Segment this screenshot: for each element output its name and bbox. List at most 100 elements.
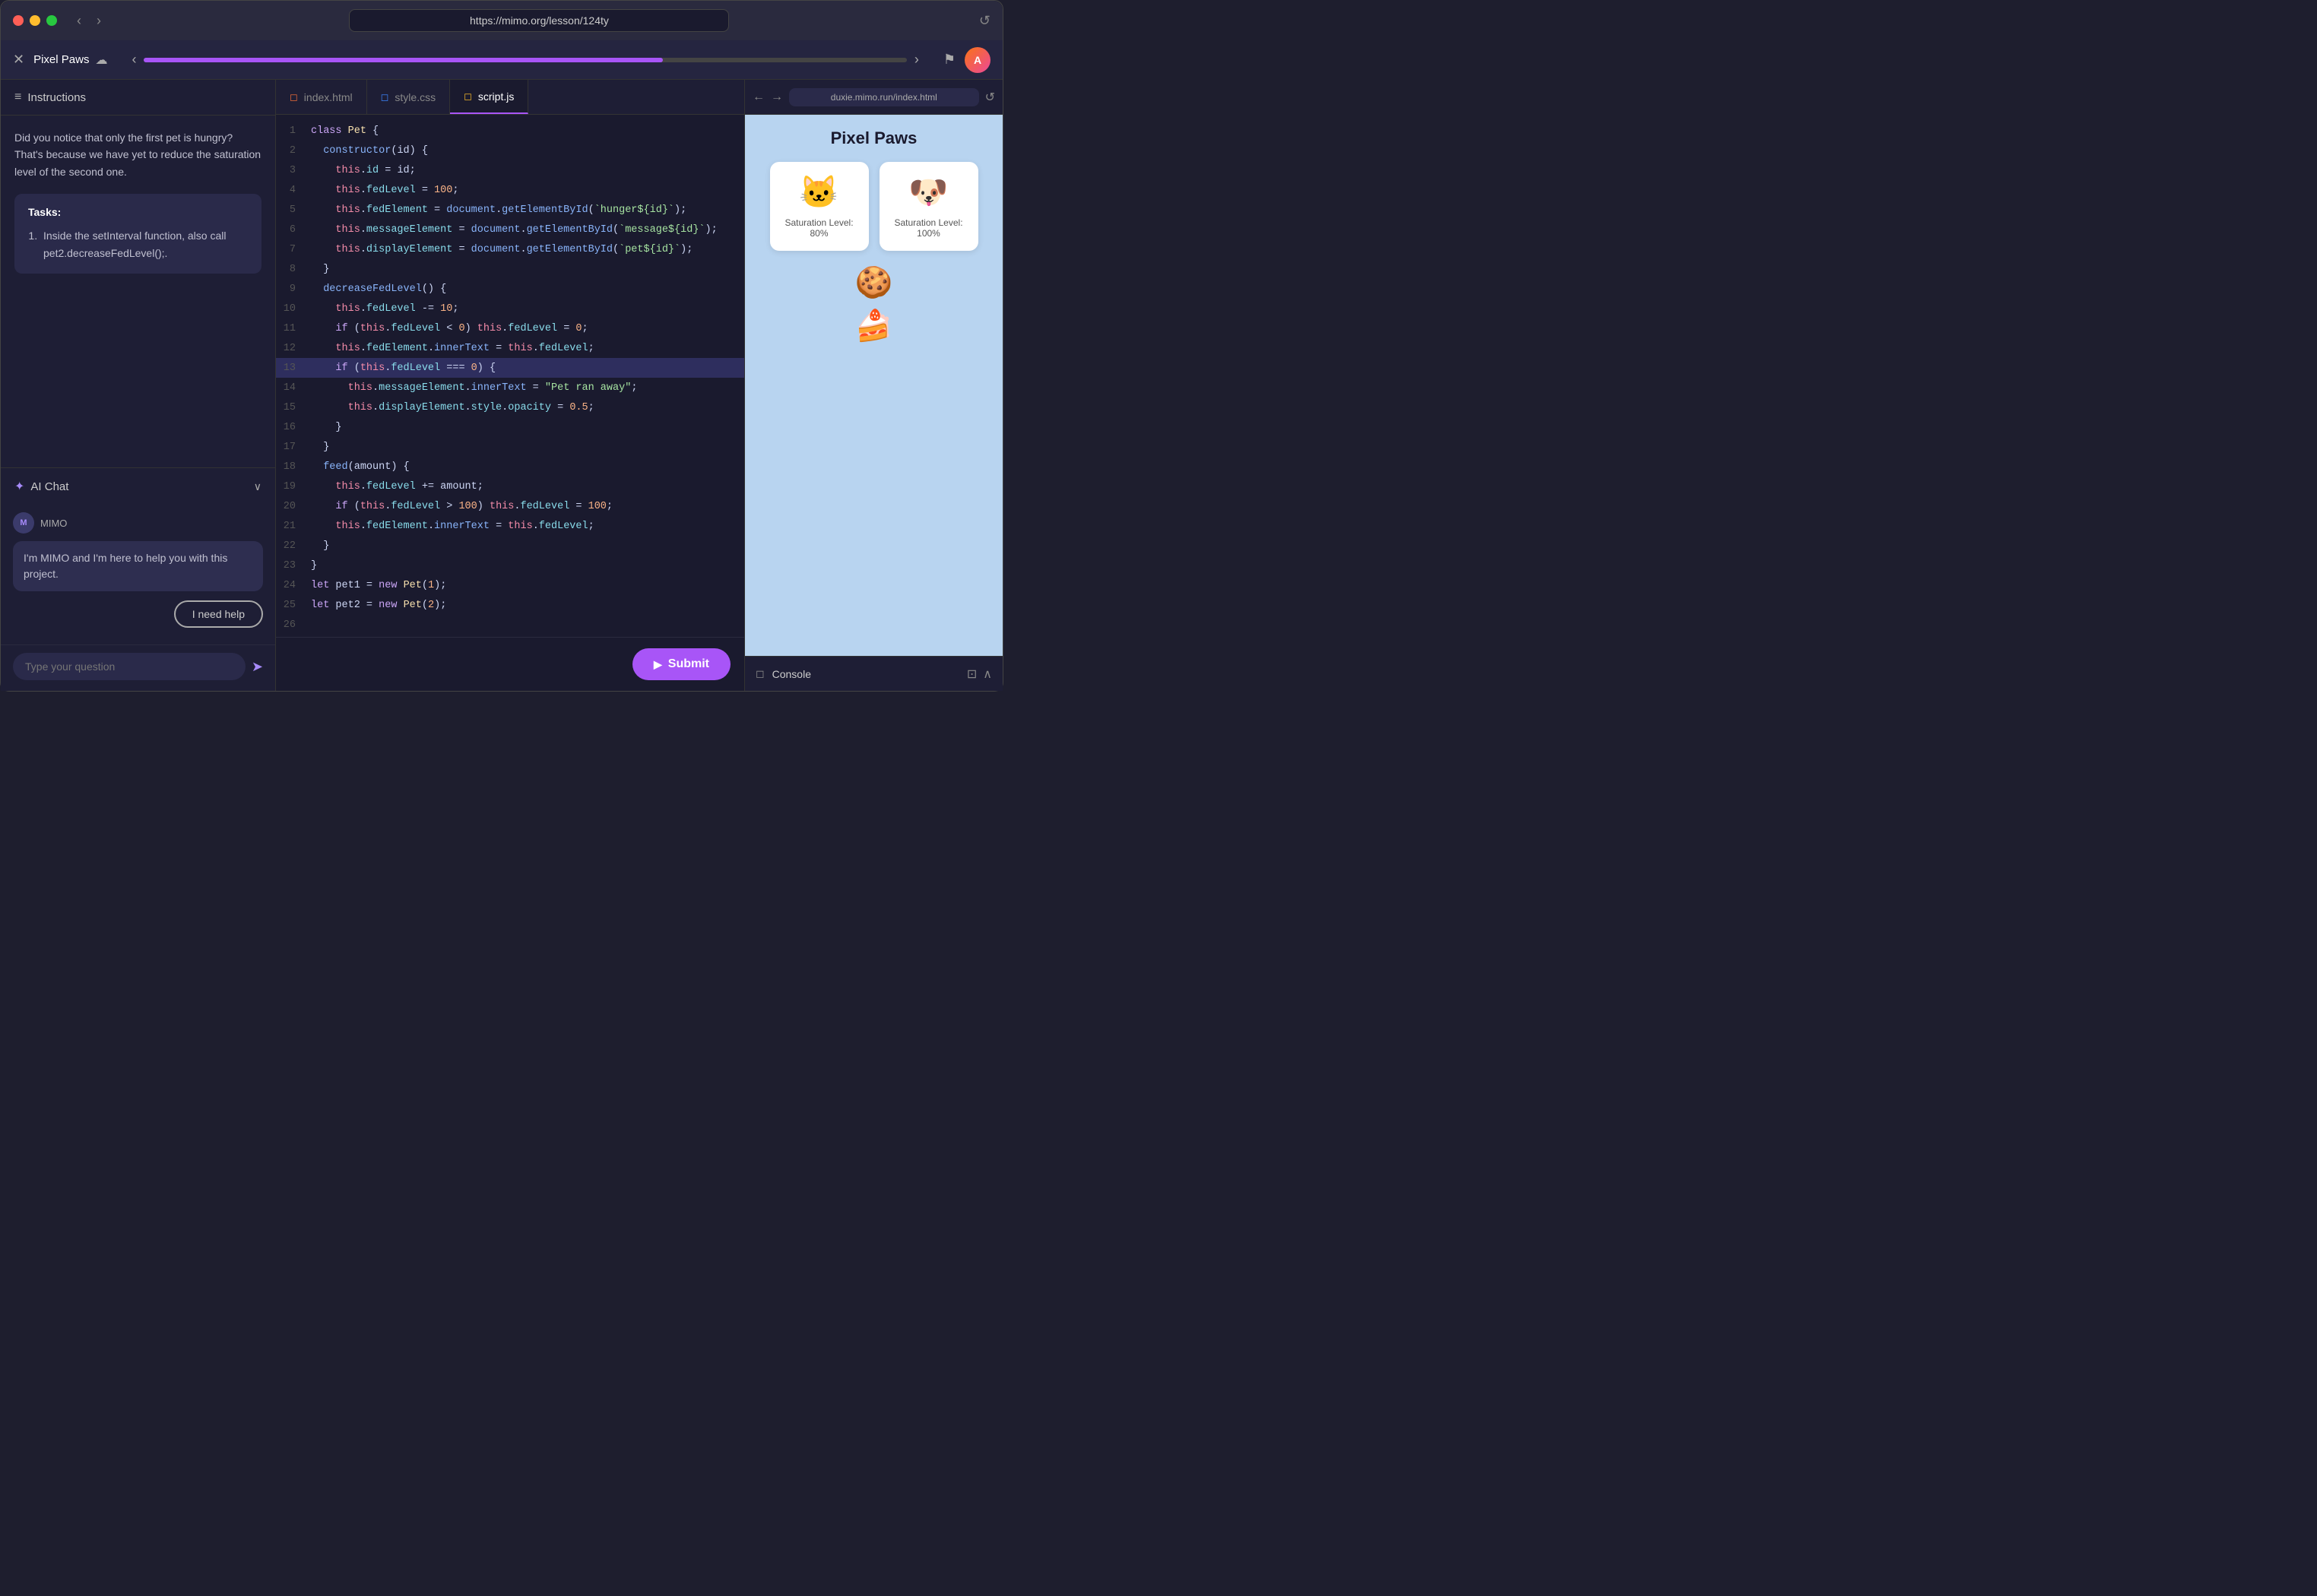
- flag-button[interactable]: ⚑: [943, 52, 956, 68]
- code-line: 14 this.messageElement.innerText = "Pet …: [276, 378, 744, 397]
- mimo-badge: M MIMO: [13, 512, 263, 534]
- food-cookie[interactable]: 🍪: [855, 264, 893, 300]
- code-line: 19 this.fedLevel += amount;: [276, 477, 744, 496]
- close-lesson-button[interactable]: ✕: [13, 52, 24, 68]
- chevron-down-icon: ∨: [254, 480, 261, 493]
- submit-label: Submit: [668, 657, 709, 671]
- tab-html-label: index.html: [304, 91, 353, 103]
- code-line: 17 }: [276, 437, 744, 457]
- header-actions: ⚑ A: [943, 47, 991, 73]
- back-button[interactable]: ‹: [72, 10, 86, 32]
- code-line-highlighted: 13 if (this.fedLevel === 0) {: [276, 358, 744, 378]
- maximize-traffic-light[interactable]: [46, 15, 57, 26]
- code-line: 20 if (this.fedLevel > 100) this.fedLeve…: [276, 496, 744, 516]
- preview-reload-button[interactable]: ↺: [985, 90, 995, 105]
- html-icon: ◻: [290, 91, 298, 103]
- address-bar[interactable]: https://mimo.org/lesson/124ty: [349, 9, 729, 32]
- instructions-icon: ≡: [14, 90, 21, 104]
- code-line: 1 class Pet {: [276, 121, 744, 141]
- play-icon: ▶: [654, 658, 662, 671]
- code-line: 18 feed(amount) {: [276, 457, 744, 477]
- avatar: A: [965, 47, 991, 73]
- mimo-message: I'm MIMO and I'm here to help you with t…: [13, 541, 263, 591]
- ai-chat-body: M MIMO I'm MIMO and I'm here to help you…: [1, 505, 275, 644]
- tab-css-label: style.css: [395, 91, 436, 103]
- task-item-1: Inside the setInterval function, also ca…: [40, 227, 248, 261]
- progress-fill: [144, 58, 662, 62]
- send-button[interactable]: ➤: [252, 659, 263, 675]
- ai-chat-section: ✦ AI Chat ∨ M MIMO I'm MIMO and I'm here…: [1, 467, 275, 691]
- console-title: Console: [772, 668, 811, 680]
- tab-js-label: script.js: [478, 90, 514, 103]
- code-line: 26: [276, 615, 744, 635]
- project-name-label: Pixel Paws: [33, 53, 89, 66]
- chat-input[interactable]: [13, 653, 246, 680]
- code-line: 22 }: [276, 536, 744, 556]
- progress-track: [144, 58, 906, 62]
- cloud-icon: ☁: [95, 52, 107, 68]
- tab-index-html[interactable]: ◻ index.html: [276, 80, 367, 114]
- forward-button[interactable]: ›: [92, 10, 106, 32]
- pet-card-2: 🐶 Saturation Level: 100%: [880, 162, 978, 251]
- code-line: 12 this.fedElement.innerText = this.fedL…: [276, 338, 744, 358]
- pet-saturation-2: Saturation Level: 100%: [892, 217, 966, 239]
- next-lesson-button[interactable]: ›: [914, 52, 919, 68]
- preview-content: Pixel Paws 🐱 Saturation Level: 80% 🐶 Sat…: [745, 115, 1003, 656]
- main-layout: ≡ Instructions Did you notice that only …: [1, 80, 1003, 691]
- ai-chat-header[interactable]: ✦ AI Chat ∨: [1, 468, 275, 505]
- minimize-traffic-light[interactable]: [30, 15, 40, 26]
- preview-forward-button[interactable]: →: [771, 90, 783, 104]
- code-line: 10 this.fedLevel -= 10;: [276, 299, 744, 318]
- code-line: 5 this.fedElement = document.getElementB…: [276, 200, 744, 220]
- left-panel: ≡ Instructions Did you notice that only …: [1, 80, 276, 691]
- pets-row: 🐱 Saturation Level: 80% 🐶 Saturation Lev…: [770, 162, 978, 251]
- tasks-box: Tasks: Inside the setInterval function, …: [14, 194, 261, 274]
- tab-script-js[interactable]: ◻ script.js: [450, 80, 528, 114]
- preview-back-button[interactable]: ←: [753, 90, 765, 104]
- code-editor[interactable]: 1 class Pet { 2 constructor(id) { 3 this…: [276, 115, 744, 637]
- tasks-title: Tasks:: [28, 206, 248, 218]
- ai-chat-title-row: ✦ AI Chat: [14, 479, 68, 494]
- prev-lesson-button[interactable]: ‹: [132, 52, 136, 68]
- code-line: 4 this.fedLevel = 100;: [276, 180, 744, 200]
- code-line: 23 }: [276, 556, 744, 575]
- console-bar: ◻ Console ⊡ ∧: [745, 656, 1003, 691]
- css-icon: ◻: [381, 91, 389, 103]
- mimo-name: MIMO: [40, 518, 67, 529]
- submit-area: ▶ Submit: [276, 637, 744, 691]
- code-line: 9 decreaseFedLevel() {: [276, 279, 744, 299]
- ai-chat-title: AI Chat: [30, 480, 68, 493]
- preview-toolbar: ← → duxie.mimo.run/index.html ↺: [745, 80, 1003, 115]
- code-line: 25 let pet2 = new Pet(2);: [276, 595, 744, 615]
- js-icon: ◻: [464, 90, 472, 103]
- tab-style-css[interactable]: ◻ style.css: [367, 80, 450, 114]
- pet-emoji-1: 🐱: [799, 174, 838, 211]
- console-expand-button[interactable]: ∧: [983, 667, 992, 682]
- preview-title: Pixel Paws: [831, 128, 918, 148]
- pet-card-1: 🐱 Saturation Level: 80%: [770, 162, 869, 251]
- progress-bar-container: ‹ ›: [132, 52, 918, 68]
- instructions-content: Did you notice that only the first pet i…: [1, 116, 275, 467]
- code-line: 7 this.displayElement = document.getElem…: [276, 239, 744, 259]
- food-items: 🍪 🍰: [855, 264, 893, 344]
- app-header: ✕ Pixel Paws ☁ ‹ › ⚑ A: [1, 40, 1003, 80]
- submit-button[interactable]: ▶ Submit: [632, 648, 731, 680]
- code-line: 16 }: [276, 417, 744, 437]
- help-button[interactable]: I need help: [174, 600, 263, 628]
- ai-star-icon: ✦: [14, 479, 24, 494]
- console-clear-button[interactable]: ⊡: [967, 667, 977, 682]
- reload-button[interactable]: ↺: [979, 13, 991, 29]
- close-traffic-light[interactable]: [13, 15, 24, 26]
- pet-saturation-1: Saturation Level: 80%: [782, 217, 857, 239]
- instructions-header: ≡ Instructions: [1, 80, 275, 116]
- console-actions: ⊡ ∧: [967, 667, 992, 682]
- preview-url: duxie.mimo.run/index.html: [789, 88, 979, 106]
- chat-input-row: ➤: [1, 644, 275, 691]
- code-line: 11 if (this.fedLevel < 0) this.fedLevel …: [276, 318, 744, 338]
- project-name: Pixel Paws ☁: [33, 52, 107, 68]
- code-line: 24 let pet1 = new Pet(1);: [276, 575, 744, 595]
- code-line: 6 this.messageElement = document.getElem…: [276, 220, 744, 239]
- traffic-lights: [13, 15, 57, 26]
- food-cake[interactable]: 🍰: [855, 308, 893, 344]
- help-btn-row: I need help: [13, 600, 263, 628]
